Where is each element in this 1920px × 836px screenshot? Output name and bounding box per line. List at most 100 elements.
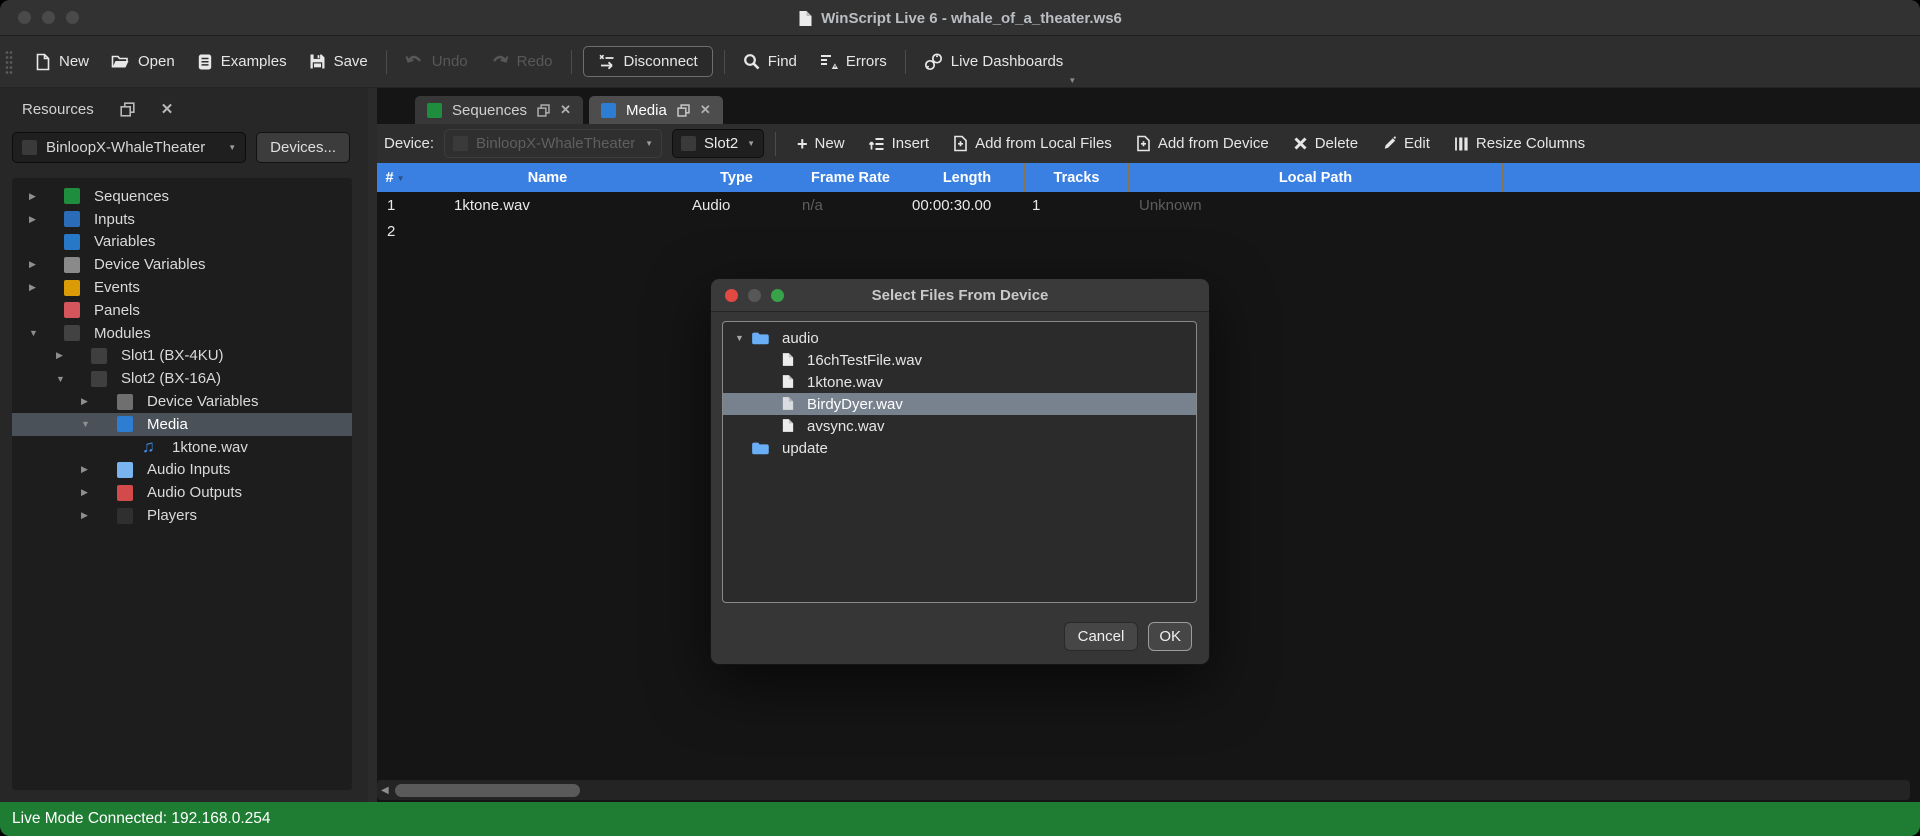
column-label: Type (720, 170, 753, 186)
tree-item-audio-outputs[interactable]: ▶Audio Outputs (12, 481, 352, 504)
tree-item-events[interactable]: ▶Events (12, 276, 352, 299)
tree-item-sequences[interactable]: ▶Sequences (12, 185, 352, 208)
save-button[interactable]: Save (298, 47, 379, 76)
tree-item-players[interactable]: ▶Players (12, 504, 352, 527)
dialog-tree-item-birdydyer[interactable]: BirdyDyer.wav (723, 393, 1196, 415)
dialog-tree-item-1ktone[interactable]: 1ktone.wav (723, 371, 1196, 393)
ok-button[interactable]: OK (1148, 622, 1192, 651)
resize-columns-button[interactable]: Resize Columns (1444, 130, 1595, 157)
column-header-name[interactable]: Name (414, 163, 682, 192)
chevron-right-icon[interactable]: ▶ (29, 191, 36, 202)
chevron-down-icon[interactable]: ▼ (81, 419, 90, 429)
redo-icon (490, 54, 509, 70)
tree-item-inputs[interactable]: ▶Inputs (12, 208, 352, 231)
cell-name: 1ktone.wav (414, 197, 682, 214)
chevron-right-icon[interactable]: ▶ (81, 464, 88, 475)
tab-media[interactable]: Media ✕ (589, 96, 723, 124)
chevron-right-icon[interactable]: ▶ (81, 510, 88, 521)
add-from-device-button[interactable]: Add from Device (1126, 130, 1279, 157)
save-floppy-icon (309, 53, 326, 70)
file-icon (782, 418, 794, 433)
tab-sequences[interactable]: Sequences ✕ (415, 96, 583, 124)
column-header-frame-rate[interactable]: Frame Rate (792, 163, 910, 192)
disconnect-button[interactable]: Disconnect (583, 46, 713, 77)
undo-button[interactable]: Undo (394, 47, 479, 76)
column-header-length[interactable]: Length (910, 163, 1025, 192)
undock-tab-icon[interactable] (677, 104, 690, 117)
tree-item-media[interactable]: ▼Media (12, 413, 352, 436)
tree-item-slot2[interactable]: ▼Slot2 (BX-16A) (12, 367, 352, 390)
chevron-right-icon[interactable]: ▶ (56, 350, 63, 361)
slot-dropdown[interactable]: Slot2 ▼ (672, 129, 764, 158)
chevron-right-icon[interactable]: ▶ (81, 487, 88, 498)
tab-label: Media (626, 102, 667, 119)
examples-button[interactable]: Examples (186, 47, 298, 77)
undock-tab-icon[interactable] (537, 104, 550, 117)
add-from-local-files-button[interactable]: Add from Local Files (943, 130, 1122, 157)
edit-button[interactable]: Edit (1372, 130, 1440, 157)
live-dashboards-button[interactable]: Live Dashboards (913, 47, 1075, 77)
column-header-type[interactable]: Type (682, 163, 792, 192)
main-toolbar: New Open Examples Save Undo Redo Disconn… (0, 36, 1920, 88)
column-header-local-path[interactable]: Local Path (1129, 163, 1503, 192)
tree-item-modules[interactable]: ▼Modules (12, 322, 352, 345)
window-title: WinScript Live 6 - whale_of_a_theater.ws… (0, 0, 1920, 36)
cancel-button[interactable]: Cancel (1064, 622, 1139, 651)
app-window: WinScript Live 6 - whale_of_a_theater.ws… (0, 0, 1920, 836)
tree-item-slot1[interactable]: ▶Slot1 (BX-4KU) (12, 345, 352, 368)
slot-square-icon (681, 136, 696, 151)
chevron-right-icon[interactable]: ▶ (81, 396, 88, 407)
horizontal-scrollbar[interactable]: ◀ (377, 780, 1910, 800)
media-device-dropdown[interactable]: BinloopX-WhaleTheater ▼ (444, 129, 662, 158)
find-button[interactable]: Find (732, 47, 808, 76)
errors-button[interactable]: Errors (808, 47, 898, 76)
chevron-down-icon[interactable]: ▼ (56, 374, 65, 384)
new-button[interactable]: New (23, 47, 100, 77)
dialog-tree-item-16chtestfile[interactable]: 16chTestFile.wav (723, 349, 1196, 371)
tree-item-variables[interactable]: Variables (12, 231, 352, 254)
close-tab-icon[interactable]: ✕ (700, 102, 711, 118)
dialog-tree-item-audio[interactable]: ▼ audio (723, 327, 1196, 349)
toolbar-grip-handle[interactable] (5, 50, 13, 74)
table-row[interactable]: 2 (377, 218, 1920, 244)
players-icon (117, 508, 133, 524)
tree-item-1ktone-wav[interactable]: ♫1ktone.wav (12, 436, 352, 459)
chevron-right-icon[interactable]: ▶ (29, 282, 36, 293)
chevron-right-icon[interactable]: ▶ (29, 214, 36, 225)
tree-item-device-variables[interactable]: ▶Device Variables (12, 253, 352, 276)
close-tab-icon[interactable]: ✕ (560, 102, 571, 118)
media-new-button[interactable]: + New (787, 130, 855, 157)
chevron-down-icon[interactable]: ▼ (29, 328, 38, 338)
devices-button[interactable]: Devices... (256, 132, 350, 163)
device-selector-dropdown[interactable]: BinloopX-WhaleTheater ▼ (12, 132, 246, 163)
toolbar-overflow-chevron-down-icon[interactable]: ▼ (1068, 76, 1076, 85)
chevron-down-icon[interactable]: ▼ (735, 333, 744, 343)
live-dashboards-icon (924, 53, 943, 71)
file-icon (782, 396, 794, 411)
open-folder-icon (111, 54, 130, 70)
chevron-right-icon[interactable]: ▶ (29, 259, 36, 270)
media-insert-button[interactable]: Insert (859, 130, 940, 157)
table-row[interactable]: 1 1ktone.wav Audio n/a 00:00:30.00 1 Unk… (377, 192, 1920, 218)
edit-label: Edit (1404, 135, 1430, 152)
column-header-num[interactable]: #▼ (377, 163, 414, 192)
undock-panel-icon[interactable] (120, 102, 135, 117)
scroll-left-arrow-icon[interactable]: ◀ (381, 785, 389, 796)
tree-item-audio-inputs[interactable]: ▶Audio Inputs (12, 459, 352, 482)
media-icon (117, 416, 133, 432)
device-variables-icon (117, 394, 133, 410)
dialog-tree-item-update[interactable]: update (723, 437, 1196, 459)
open-button[interactable]: Open (100, 47, 186, 76)
cell-tracks: 1 (1025, 197, 1129, 214)
column-header-tracks[interactable]: Tracks (1025, 163, 1129, 192)
open-label: Open (138, 53, 175, 70)
scrollbar-thumb[interactable] (395, 784, 580, 797)
tree-item-panels[interactable]: Panels (12, 299, 352, 322)
events-icon (64, 280, 80, 296)
tree-item-slot2-device-variables[interactable]: ▶Device Variables (12, 390, 352, 413)
dialog-tree-item-avsync[interactable]: avsync.wav (723, 415, 1196, 437)
device-square-icon (453, 136, 468, 151)
delete-button[interactable]: Delete (1283, 130, 1368, 157)
redo-button[interactable]: Redo (479, 47, 564, 76)
close-panel-icon[interactable]: ✕ (161, 100, 174, 118)
